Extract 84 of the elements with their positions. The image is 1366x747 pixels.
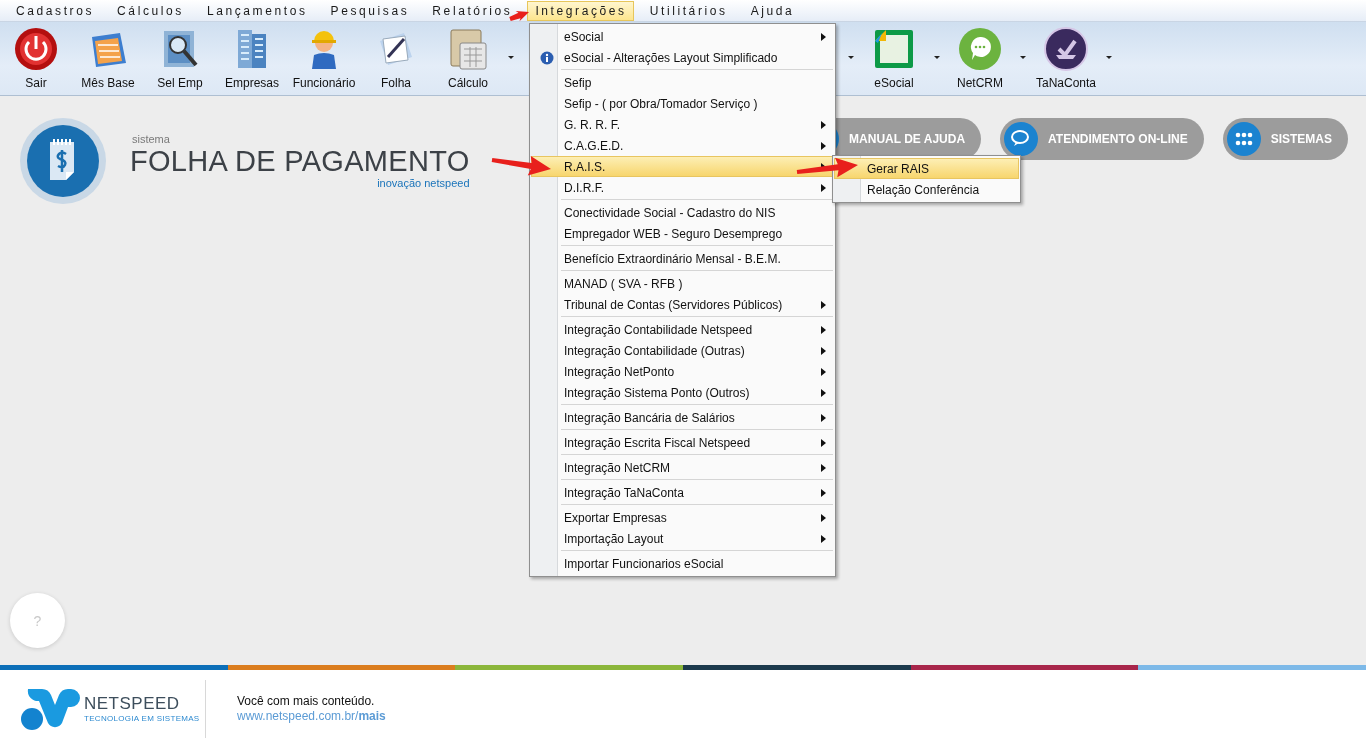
payroll-logo-icon [20,118,106,204]
menu-item[interactable]: Integração Contabilidade (Outras) [531,340,834,361]
menu-bar-item[interactable]: Cálculos [109,0,191,21]
submenu-arrow-icon [821,325,826,334]
menu-item[interactable]: Integração Sistema Ponto (Outros) [531,382,834,403]
submenu-arrow-icon [821,346,826,355]
toolbar-button[interactable]: eSocial [858,22,944,95]
brand-tagline: inovação netspeed [377,177,470,189]
brand-prefix: sistema [132,133,171,145]
menu-item[interactable]: R.A.I.S. [531,156,834,177]
netspeed-logo-icon [20,686,80,731]
menu-item[interactable]: Integração Bancária de Salários [531,407,834,428]
company-tagline: TECNOLOGIA EM SISTEMAS [84,714,200,723]
menu-item[interactable]: Importação Layout [531,528,834,549]
menu-bar-item[interactable]: Utilitários [641,0,735,21]
document-icon [872,27,916,71]
info-icon [539,50,554,65]
menu-item[interactable]: Sefip - ( por Obra/Tomador Serviço ) [531,93,834,114]
menu-item[interactable]: Tribunal de Contas (Servidores Públicos) [531,294,834,315]
menu-item[interactable]: Empregador WEB - Seguro Desemprego [531,223,834,244]
toolbar-button[interactable]: NetCRM [944,22,1030,95]
menu-item[interactable]: Integração NetPonto [531,361,834,382]
toolbar-label: NetCRM [957,76,1003,90]
submenu-arrow-icon [821,488,826,497]
toolbar-label: Sel Emp [157,76,203,90]
brand-title: FOLHA DE PAGAMENTO [130,145,470,177]
submenu-arrow-icon [821,513,826,522]
menu-item[interactable]: MANAD ( SVA - RFB ) [531,273,834,294]
toolbar-label: Empresas [225,76,279,90]
submenu-arrow-icon [821,141,826,150]
toolbar-label: Funcionário [292,76,356,90]
menu-item[interactable]: Benefício Extraordinário Mensal - B.E.M. [531,248,834,269]
toolbar-button[interactable]: Mês Base [72,22,144,95]
submenu-arrow-icon [821,463,826,472]
toolbar-button[interactable]: Sair [0,22,72,95]
submenu-arrow-icon [821,413,826,422]
toolbar-label: Mês Base [81,76,135,90]
company-name: NETSPEED [84,694,181,714]
menu-bar-item[interactable]: Ajuda [742,0,802,21]
toolbar-label: Cálculo [448,76,488,90]
toolbar-button[interactable]: TaNaConta [1030,22,1116,95]
toolbar-button[interactable]: Empresas [216,22,288,95]
menu-bar-item[interactable]: Integrações [527,0,634,21]
submenu-arrow-icon [821,438,826,447]
power-icon [14,27,58,71]
menu-item[interactable]: Gerar RAIS [834,158,1019,179]
menu-item[interactable]: eSocial [531,26,834,47]
menu-bar-item[interactable]: Lançamentos [198,0,315,21]
menu-item[interactable]: Conectividade Social - Cadastro do NIS [531,202,834,223]
grid-icon [1226,122,1261,156]
toolbar-label: TaNaConta [1035,76,1096,90]
annotation-arrow [509,11,529,22]
toolbar-button[interactable]: Sel Emp [144,22,216,95]
footer-message: Você com mais conteúdo. [237,694,376,708]
submenu-arrow-icon [821,388,826,397]
menu-item[interactable]: eSocial - Alterações Layout Simplificado [531,47,834,68]
menu-item[interactable]: Integração Contabilidade Netspeed [531,319,834,340]
toolbar-label: Folha [381,76,411,90]
toolbar-label: Sair [25,76,47,90]
submenu-arrow-icon [821,32,826,41]
toolbar-button[interactable]: Funcionário [288,22,360,95]
menu-bar-item[interactable]: Pesquisas [322,0,417,21]
submenu-arrow-icon [821,120,826,129]
checkmark-icon [1044,27,1088,71]
menu-item[interactable]: Sefip [531,72,834,93]
menu-item[interactable]: Exportar Empresas [531,507,834,528]
annotation-arrow [796,157,858,178]
annotation-arrow [491,155,551,176]
menu-bar-item[interactable]: Cadastros [8,0,102,21]
toolbar-button[interactable]: Folha [360,22,432,95]
submenu-arrow-icon [821,300,826,309]
menu-item[interactable]: Integração NetCRM [531,457,834,478]
chat-icon [958,27,1002,71]
menu-item[interactable]: Relação Conferência [834,179,1019,200]
menu-item[interactable]: D.I.R.F. [531,177,834,198]
toolbar-button[interactable]: Cálculo [432,22,518,95]
menu-bar-item[interactable]: Relatórios [424,0,520,21]
menu-item[interactable]: Importar Funcionarios eSocial [531,553,834,574]
menu-item[interactable]: Integração Escrita Fiscal Netspeed [531,432,834,453]
submenu-arrow-icon [821,534,826,543]
submenu-arrow-icon [821,183,826,192]
toolbar-label: eSocial [874,76,914,90]
menu-item[interactable]: Integração TaNaConta [531,482,834,503]
submenu-arrow-icon [821,367,826,376]
